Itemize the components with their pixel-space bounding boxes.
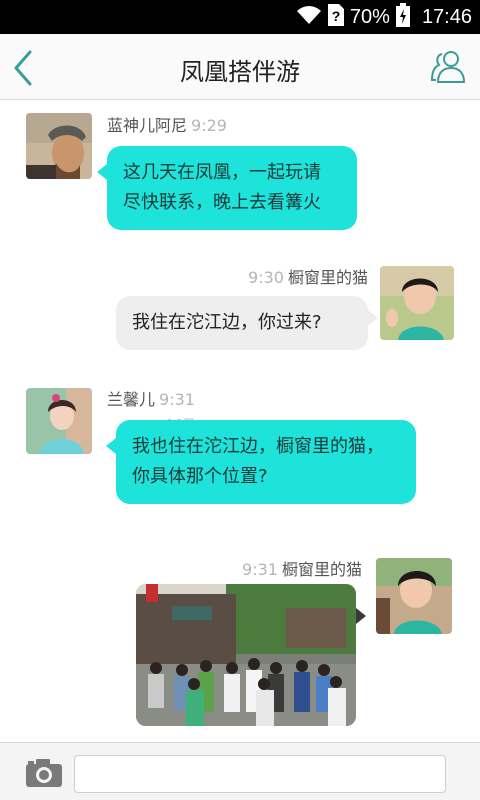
sender-name: 橱窗里的猫: [287, 268, 368, 287]
shared-photo[interactable]: [136, 584, 356, 726]
sender-name: 橱窗里的猫: [281, 560, 362, 579]
message-bubble[interactable]: 我也住在沱江边，橱窗里的猫， 你具体那个位置?: [106, 420, 416, 504]
chat-area[interactable]: 蓝神儿阿尼 9:29 这几天在凤凰，一起玩请 尽快联系，晚上去看篝火 9:30 橱窗…: [0, 100, 480, 742]
message-bubble[interactable]: 我住在沱江边，你过来?: [116, 296, 378, 350]
avatar[interactable]: [26, 388, 92, 454]
message-time: 9:29: [191, 116, 227, 135]
camera-icon: [26, 759, 62, 787]
camera-button[interactable]: [24, 757, 64, 789]
sender-name: 蓝神儿阿尼: [107, 116, 188, 135]
avatar[interactable]: [376, 558, 452, 634]
composer-bar: [0, 742, 480, 800]
message-meta: 9:30 橱窗里的猫: [244, 264, 368, 288]
page-title: 凤凰搭伴游: [180, 58, 300, 86]
title-bar: 凤凰搭伴游: [0, 34, 480, 100]
battery-charging-icon: [395, 3, 410, 31]
status-bar: ? 70% 17:46: [0, 0, 480, 34]
people-icon: [430, 51, 466, 83]
message-time: 9:31: [159, 390, 195, 409]
sim-unknown-icon: ?: [327, 4, 344, 30]
sender-name: 兰馨儿: [107, 390, 156, 409]
avatar[interactable]: [26, 113, 92, 179]
members-button[interactable]: [430, 48, 466, 84]
message-input[interactable]: [74, 755, 446, 793]
message-meta: 蓝神儿阿尼 9:29: [107, 112, 231, 136]
battery-percent: 70%: [349, 5, 390, 28]
message-time: 9:31: [242, 560, 278, 579]
message-time: 9:30: [248, 268, 284, 287]
photo-bubble-tail: [356, 608, 366, 624]
message-meta: 兰馨儿 9:31: [107, 386, 199, 410]
avatar[interactable]: [380, 266, 454, 340]
wifi-icon: [296, 5, 322, 29]
clock: 17:46: [421, 5, 472, 28]
svg-text:?: ?: [332, 8, 341, 24]
message-bubble[interactable]: 这几天在凤凰，一起玩请 尽快联系，晚上去看篝火: [97, 146, 357, 230]
message-meta: 9:31 橱窗里的猫: [238, 556, 362, 580]
